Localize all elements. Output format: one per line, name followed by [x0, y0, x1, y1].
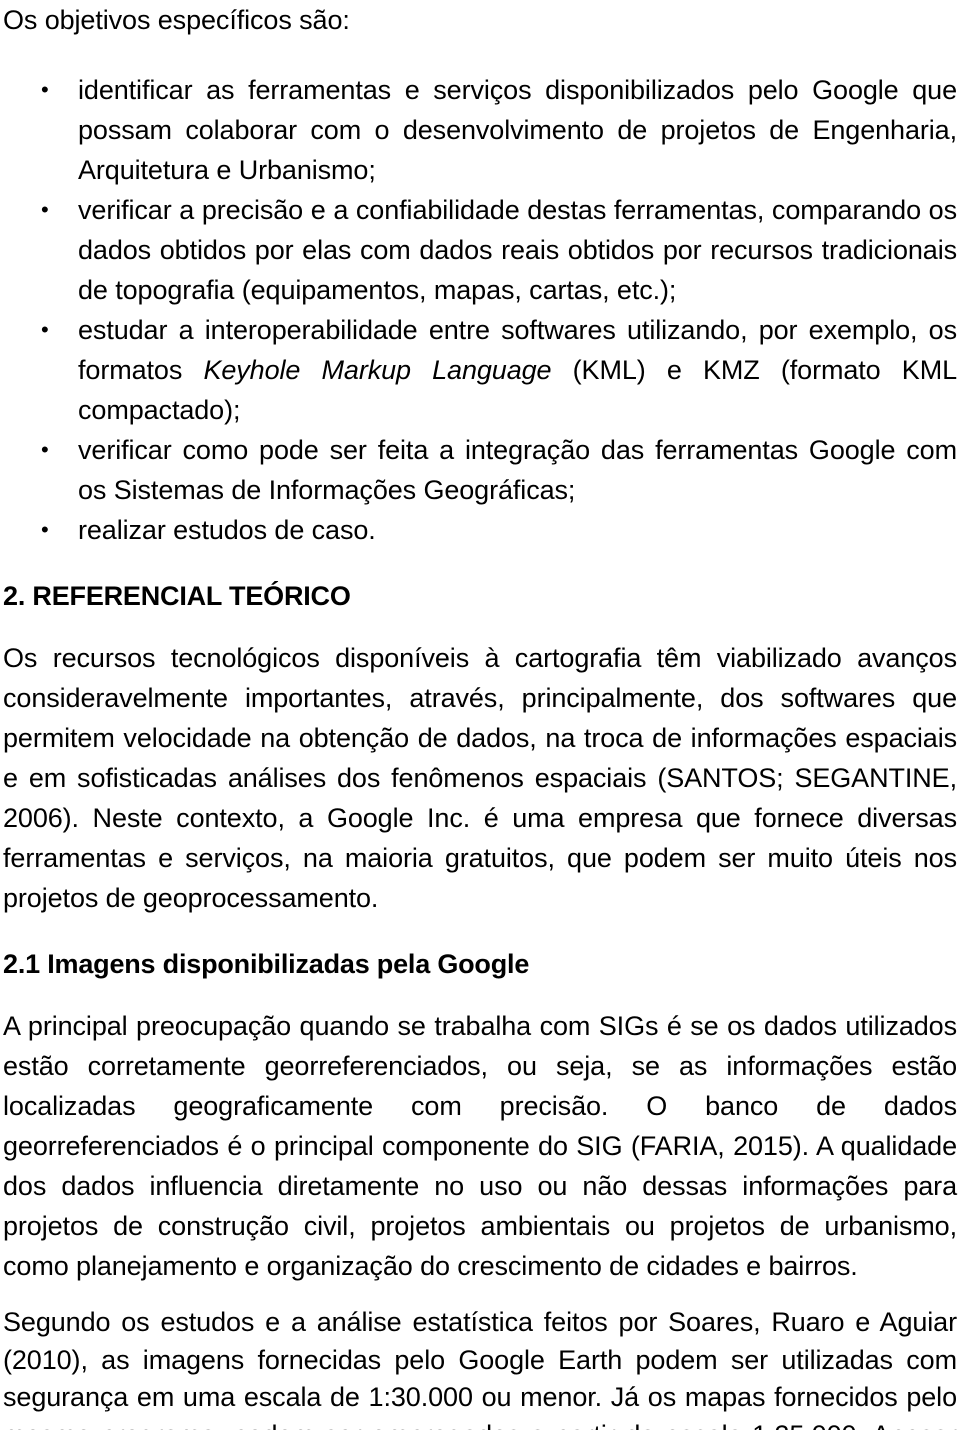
- list-item-text: identificar as ferramentas e serviços di…: [78, 75, 957, 185]
- section-heading-2-1: 2.1 Imagens disponibilizadas pela Google: [3, 949, 530, 979]
- list-item-text: realizar estudos de caso.: [78, 515, 376, 545]
- list-item: verificar como pode ser feita a integraç…: [3, 430, 957, 510]
- section-2-1-paragraph-1: A principal preocupação quando se trabal…: [3, 1011, 957, 1281]
- list-item-text: verificar a precisão e a confiabilidade …: [78, 195, 957, 305]
- list-item: identificar as ferramentas e serviços di…: [3, 70, 957, 190]
- section-2-paragraph: Os recursos tecnológicos disponíveis à c…: [3, 643, 957, 913]
- document-page: Os objetivos específicos são: identifica…: [0, 0, 960, 1430]
- list-item-italic: Keyhole Markup Language: [203, 355, 552, 385]
- objectives-list: identificar as ferramentas e serviços di…: [3, 70, 957, 550]
- intro-line: Os objetivos específicos são:: [3, 5, 350, 35]
- section-heading-2: 2. REFERENCIAL TEÓRICO: [3, 581, 351, 611]
- section-2-1-paragraph-2: Segundo os estudos e a análise estatísti…: [3, 1307, 957, 1430]
- list-item: estudar a interoperabilidade entre softw…: [3, 310, 957, 430]
- list-item-text: verificar como pode ser feita a integraç…: [78, 435, 957, 505]
- list-item: verificar a precisão e a confiabilidade …: [3, 190, 957, 310]
- list-item: realizar estudos de caso.: [3, 510, 957, 550]
